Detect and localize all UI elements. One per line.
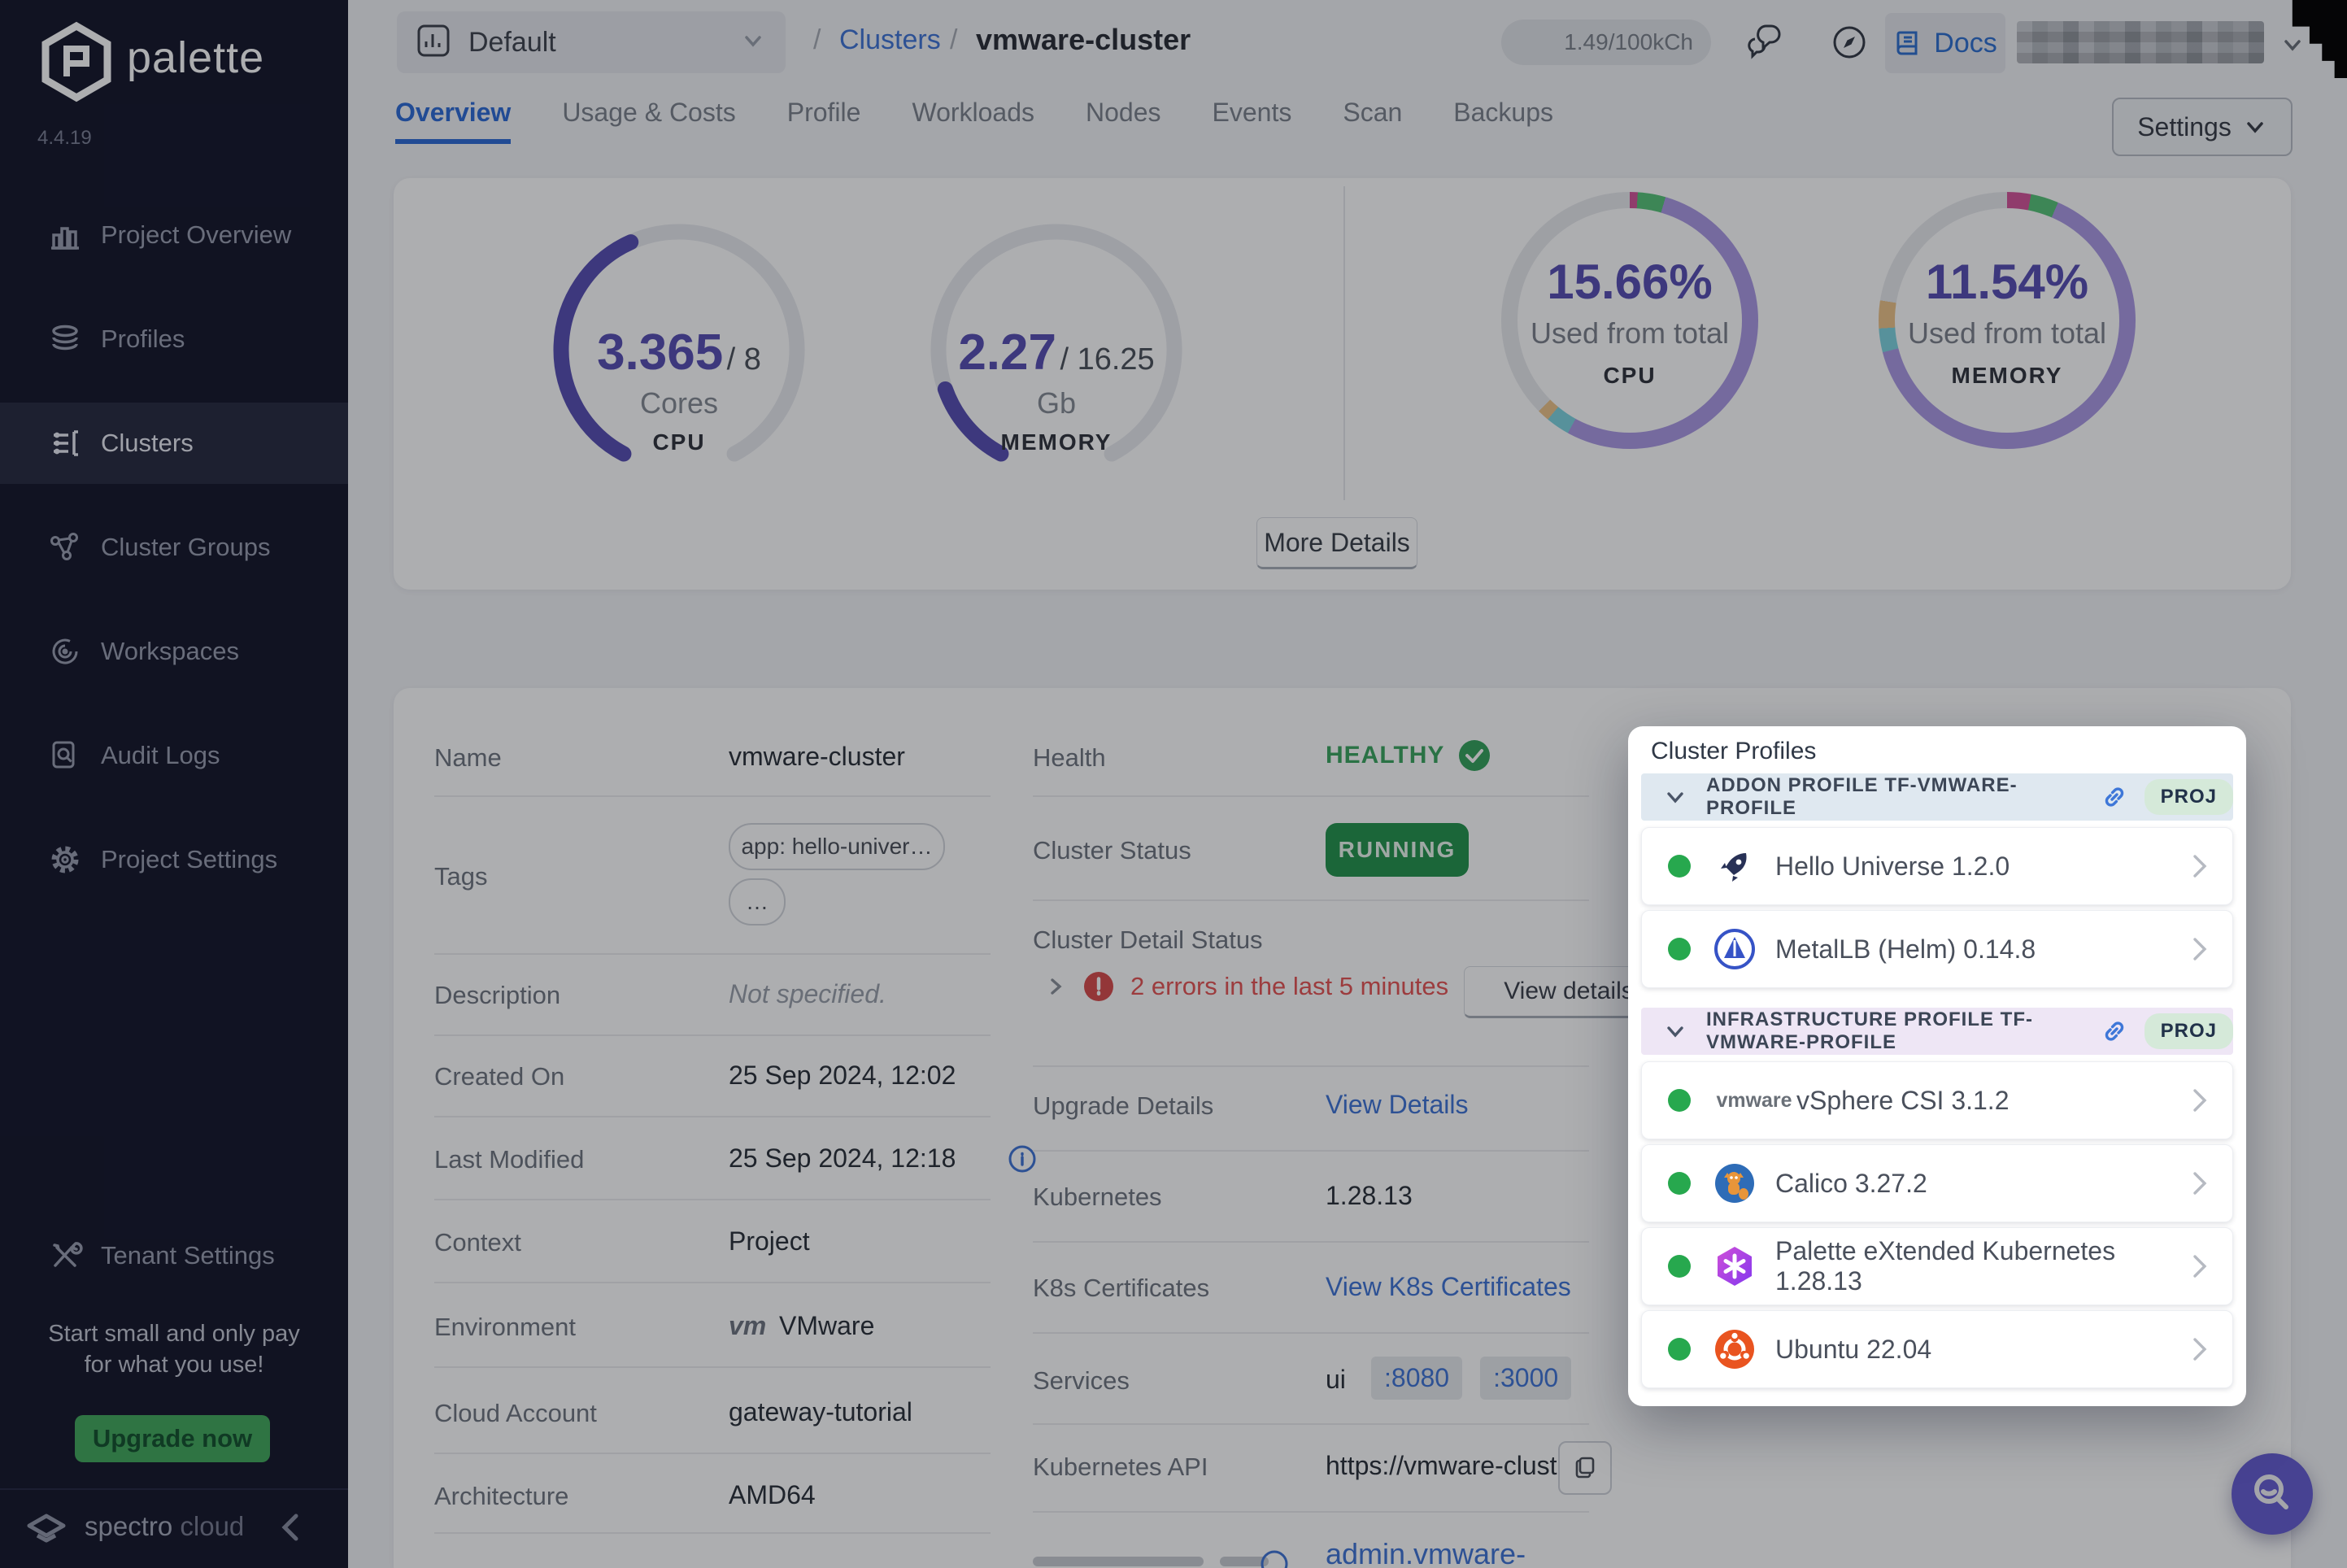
profile-layer-hello-universe[interactable]: Hello Universe 1.2.0: [1641, 827, 2233, 905]
chevron-down-icon: [1664, 1020, 1687, 1043]
cluster-profiles-popup: Cluster Profiles ADDON PROFILE TF-VMWARE…: [1628, 726, 2246, 1406]
chevron-down-icon: [1664, 786, 1687, 808]
chevron-right-icon: [2188, 850, 2211, 882]
profile-layer-palette-xk[interactable]: Palette eXtended Kubernetes 1.28.13: [1641, 1227, 2233, 1305]
status-dot-green: [1668, 938, 1691, 960]
link-icon: [2101, 1017, 2128, 1045]
chevron-right-icon: [2188, 1084, 2211, 1117]
vmware-wordmark: vmware: [1716, 1088, 1792, 1112]
chevron-right-icon: [2188, 933, 2211, 965]
profile-layer-name: Palette eXtended Kubernetes 1.28.13: [1775, 1236, 2116, 1296]
vmware-icon: vmware: [1712, 1078, 1796, 1123]
profile-layer-name: Ubuntu 22.04: [1775, 1334, 1932, 1364]
popup-title: Cluster Profiles: [1651, 738, 1817, 764]
profile-layer-calico[interactable]: Calico 3.27.2: [1641, 1144, 2233, 1222]
profile-layer-name: vSphere CSI 3.1.2: [1796, 1085, 2010, 1115]
metallb-icon: [1712, 926, 1757, 972]
app-root: palette 4.4.19 Project Overview Profiles…: [0, 0, 2347, 1568]
rocket-icon: [1712, 843, 1757, 889]
addon-profile-header[interactable]: ADDON PROFILE TF-VMWARE-PROFILE PROJ: [1641, 773, 2233, 821]
infrastructure-profile-name: INFRASTRUCTURE PROFILE TF-VMWARE-PROFILE: [1706, 1008, 2033, 1053]
addon-profile-name: ADDON PROFILE TF-VMWARE-PROFILE: [1706, 774, 2018, 819]
chevron-right-icon: [2188, 1333, 2211, 1365]
link-icon: [2101, 783, 2128, 811]
status-dot-green: [1668, 1089, 1691, 1112]
status-dot-green: [1668, 1172, 1691, 1195]
ubuntu-icon: [1712, 1326, 1757, 1372]
profile-layer-metallb[interactable]: MetalLB (Helm) 0.14.8: [1641, 910, 2233, 988]
profile-layer-name: Hello Universe 1.2.0: [1775, 851, 2010, 881]
palette-hex-icon: [1712, 1244, 1757, 1289]
infrastructure-profile-header[interactable]: INFRASTRUCTURE PROFILE TF-VMWARE-PROFILE…: [1641, 1008, 2233, 1055]
status-dot-green: [1668, 1255, 1691, 1278]
chevron-right-icon: [2188, 1167, 2211, 1200]
profile-layer-vsphere-csi[interactable]: vmware vSphere CSI 3.1.2: [1641, 1061, 2233, 1139]
chevron-right-icon: [2188, 1250, 2211, 1283]
scope-badge: PROJ: [2144, 779, 2233, 815]
profile-layer-name: MetalLB (Helm) 0.14.8: [1775, 934, 2036, 964]
status-dot-green: [1668, 1338, 1691, 1361]
status-dot-green: [1668, 855, 1691, 878]
profile-layer-name: Calico 3.27.2: [1775, 1168, 1927, 1198]
profile-layer-ubuntu[interactable]: Ubuntu 22.04: [1641, 1310, 2233, 1388]
calico-icon: [1712, 1161, 1757, 1206]
scope-badge: PROJ: [2144, 1013, 2233, 1049]
